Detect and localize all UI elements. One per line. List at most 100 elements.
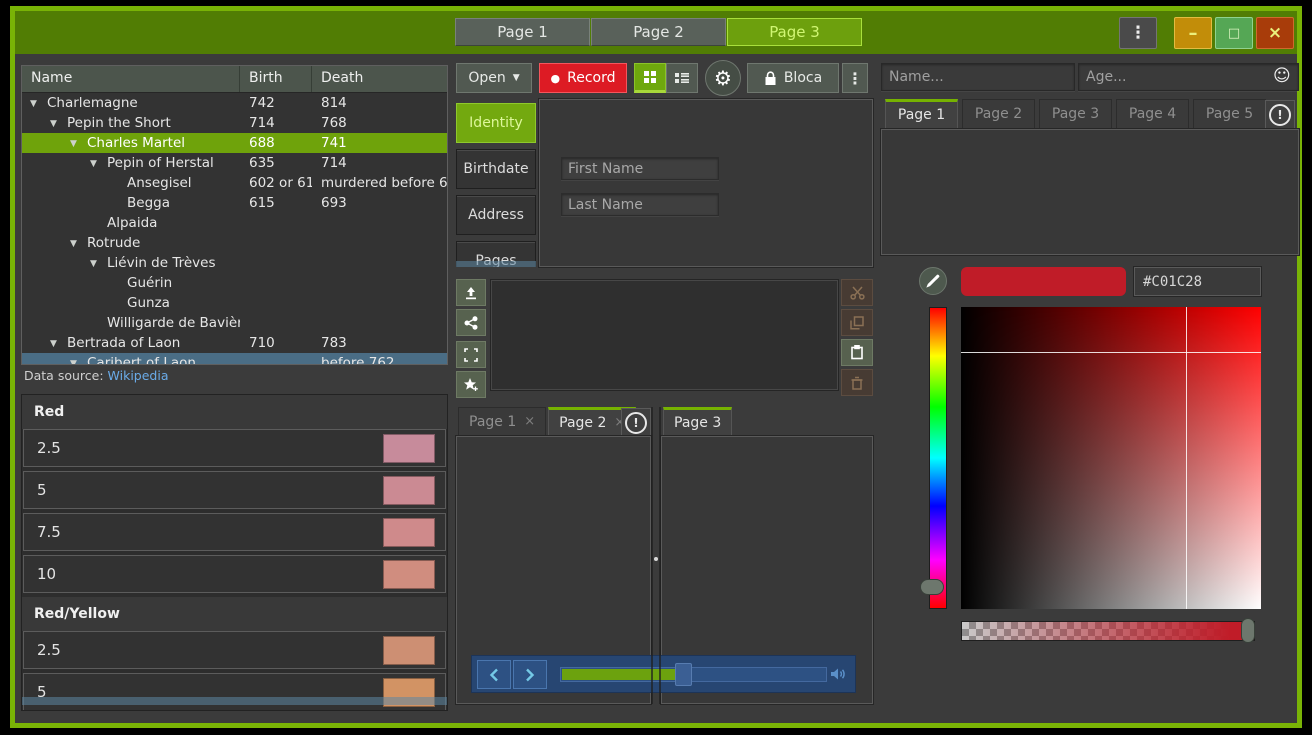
expander-icon[interactable]: ▼ xyxy=(70,354,87,365)
tree-row[interactable]: Begga615693 xyxy=(22,193,447,213)
next-button[interactable] xyxy=(513,660,547,689)
tab-pages[interactable]: Pages xyxy=(456,241,536,267)
expander-icon[interactable]: ▼ xyxy=(70,134,87,153)
saturation-value-square[interactable] xyxy=(961,307,1261,609)
right-tab-page-1[interactable]: Page 1 xyxy=(885,99,958,129)
tree-row[interactable]: ▼Caribert of Laonbefore 762 xyxy=(22,353,447,365)
tree-row-death: 714 xyxy=(312,153,447,173)
panel-splitter[interactable] xyxy=(651,407,661,704)
right-alert-button[interactable]: ! xyxy=(1265,100,1295,130)
titlebar-tab-page-2[interactable]: Page 2 xyxy=(591,18,726,46)
previous-button[interactable] xyxy=(477,660,511,689)
tree-row-death: 768 xyxy=(312,113,447,133)
tree-row[interactable]: ▼Charlemagne742814 xyxy=(22,93,447,113)
age-field[interactable] xyxy=(1078,63,1299,91)
tree-row[interactable]: ▼Pepin of Herstal635714 xyxy=(22,153,447,173)
tree-row-birth xyxy=(240,253,312,273)
right-tab-page-5[interactable]: Page 5 xyxy=(1193,99,1266,129)
tree-row-birth: 710 xyxy=(240,333,312,353)
doc-tab-page-1[interactable]: Page 1× xyxy=(458,407,546,436)
paste-button[interactable] xyxy=(841,339,873,366)
name-field[interactable] xyxy=(881,63,1075,91)
upload-button[interactable] xyxy=(456,279,486,306)
tree-row[interactable]: Ansegisel602 or 610murdered before 679 xyxy=(22,173,447,193)
left-alert-button[interactable]: ! xyxy=(621,408,651,438)
tree-row[interactable]: Guérin xyxy=(22,273,447,293)
hue-list-item[interactable]: 5 xyxy=(23,471,446,509)
wikipedia-link[interactable]: Wikipedia xyxy=(108,368,169,383)
eyedropper-button[interactable] xyxy=(919,267,947,295)
right-tab-page-3[interactable]: Page 3 xyxy=(1039,99,1112,129)
tree-row-name: Begga xyxy=(127,195,170,211)
grid-view-toggle[interactable] xyxy=(634,63,666,93)
close-button[interactable]: × xyxy=(1256,17,1294,49)
alpha-slider-handle[interactable] xyxy=(1241,618,1255,643)
current-color-swatch[interactable] xyxy=(961,267,1126,296)
hue-list-item[interactable]: 5 xyxy=(23,673,446,711)
right-tab-page-4[interactable]: Page 4 xyxy=(1116,99,1189,129)
progress-slider[interactable] xyxy=(560,667,827,682)
alpha-slider[interactable] xyxy=(961,621,1255,641)
tree-row[interactable]: Alpaida xyxy=(22,213,447,233)
tree-column-header-name[interactable]: Name xyxy=(22,66,240,92)
tree-column-header-birth[interactable]: Birth xyxy=(240,66,312,92)
tree-row[interactable]: ▼Liévin de Trèves xyxy=(22,253,447,273)
trash-icon xyxy=(850,376,864,390)
identity-tab-list: Identity Birthdate Address Pages xyxy=(456,103,540,267)
tree-row[interactable]: Gunza xyxy=(22,293,447,313)
tree-row[interactable]: ▼Bertrada of Laon710783 xyxy=(22,333,447,353)
slider-handle[interactable] xyxy=(675,663,692,686)
tree-row[interactable]: Willigarde de Bavière xyxy=(22,313,447,333)
tab-birthdate[interactable]: Birthdate xyxy=(456,149,536,189)
window-menu-button[interactable]: ⋮ xyxy=(1119,17,1157,49)
titlebar-tab-page-3[interactable]: Page 3 xyxy=(727,18,862,46)
hue-item-label: 10 xyxy=(37,565,56,583)
expander-icon[interactable]: ▼ xyxy=(90,154,107,173)
expander-icon[interactable]: ▼ xyxy=(90,254,107,273)
scroll-indicator[interactable] xyxy=(22,697,447,705)
titlebar-tab-page-1[interactable]: Page 1 xyxy=(455,18,590,46)
expander-icon[interactable]: ▼ xyxy=(30,94,47,113)
doc-tab-page-3[interactable]: Page 3 xyxy=(663,407,732,436)
tab-address[interactable]: Address xyxy=(456,195,536,235)
tree-column-header-death[interactable]: Death xyxy=(312,66,447,92)
hue-list-item[interactable]: 10 xyxy=(23,555,446,593)
hue-slider[interactable] xyxy=(929,307,947,609)
tree-row[interactable]: ▼Pepin the Short714768 xyxy=(22,113,447,133)
toolbar-menu-button[interactable]: ⋮ xyxy=(842,63,868,93)
hue-list-item[interactable]: 2.5 xyxy=(23,429,446,467)
gear-icon: ⚙ xyxy=(714,66,732,90)
open-button[interactable]: Open ▼ xyxy=(456,63,532,93)
maximize-icon: □ xyxy=(1228,26,1240,41)
minimize-button[interactable]: – xyxy=(1174,17,1212,49)
share-button[interactable] xyxy=(456,309,486,336)
alpha-gradient xyxy=(962,622,1254,640)
tree-row-death: 814 xyxy=(312,93,447,113)
maximize-button[interactable]: □ xyxy=(1215,17,1253,49)
lock-button-label: Bloca xyxy=(784,70,822,86)
settings-button[interactable]: ⚙ xyxy=(705,60,741,96)
first-name-field[interactable] xyxy=(561,157,719,180)
right-tab-page-2[interactable]: Page 2 xyxy=(962,99,1035,129)
lock-button[interactable]: Bloca xyxy=(747,63,839,93)
color-swatch xyxy=(383,476,435,505)
tab-identity[interactable]: Identity xyxy=(456,103,536,143)
expander-icon[interactable]: ▼ xyxy=(70,234,87,253)
tree-row[interactable]: ▼Rotrude xyxy=(22,233,447,253)
tree-row[interactable]: ▼Charles Martel688741 xyxy=(22,133,447,153)
hue-list-item[interactable]: 7.5 xyxy=(23,513,446,551)
hue-slider-handle[interactable] xyxy=(920,579,944,595)
hue-list-item[interactable]: 2.5 xyxy=(23,631,446,669)
emoji-icon[interactable]: ☺ xyxy=(1273,66,1291,86)
fullscreen-button[interactable] xyxy=(456,341,486,368)
hex-color-field[interactable] xyxy=(1134,267,1261,296)
list-view-toggle[interactable] xyxy=(666,63,698,93)
tree-row-birth: 742 xyxy=(240,93,312,113)
record-button[interactable]: ● Record xyxy=(539,63,627,93)
favorite-add-button[interactable] xyxy=(456,371,486,398)
expander-icon[interactable]: ▼ xyxy=(50,334,67,353)
last-name-field[interactable] xyxy=(561,193,719,216)
expander-icon[interactable]: ▼ xyxy=(50,114,67,133)
volume-button[interactable] xyxy=(829,665,847,683)
tab-close-icon[interactable]: × xyxy=(524,414,535,429)
